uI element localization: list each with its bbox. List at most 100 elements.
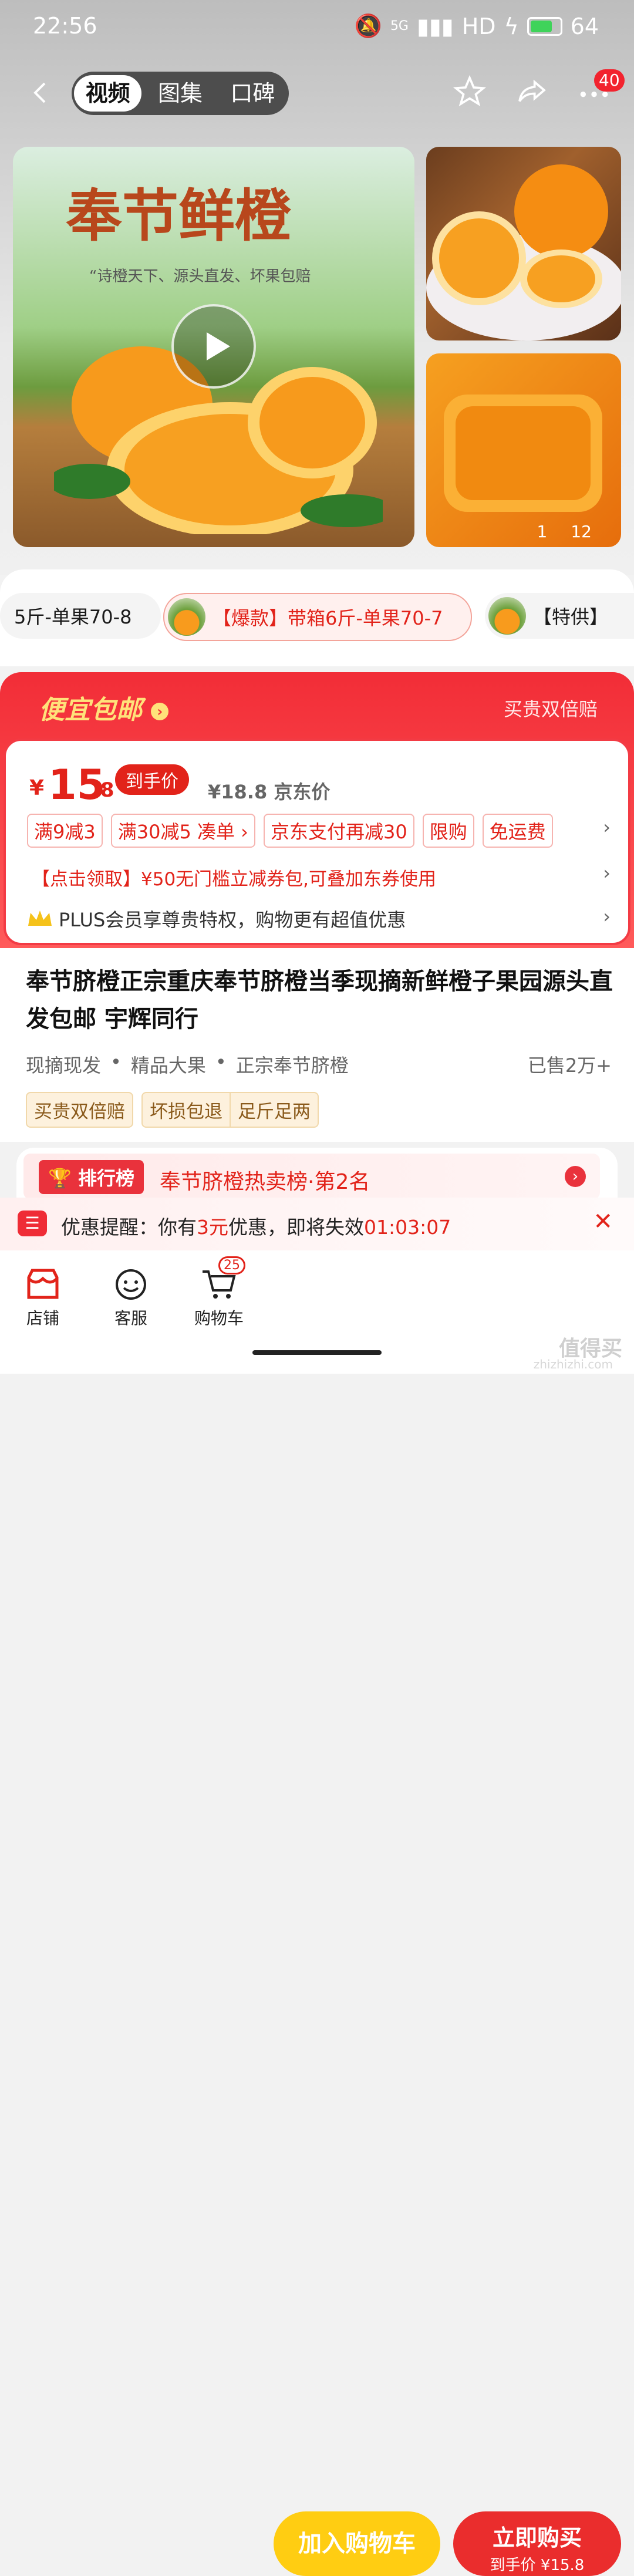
network-label: 5G [390,19,409,33]
guarantee-tag: 足斤足两 [230,1092,319,1128]
product-title: 奉节脐橙正宗重庆奉节脐橙当季现摘新鲜橙子果园源头直发包邮 宇辉同行 [26,968,613,1033]
reminder-countdown: 01:03:07 [364,1216,451,1239]
cart-label: 购物车 [194,1309,244,1328]
chevron-right-icon[interactable]: › [603,862,611,884]
coupon-tag[interactable]: 满9减3 [27,814,103,848]
crown-icon [28,911,52,926]
price-box: ¥ 15 .8 到手价 ¥18.8 京东价 满9减3 满30减5 凑单 › 京东… [4,739,630,945]
media-tabs: 视频 图集 口碑 [72,72,289,115]
chevron-right-icon[interactable]: › [603,905,611,928]
share-icon[interactable] [515,75,548,108]
favorite-star-icon[interactable] [453,75,486,108]
coupon-pack-link[interactable]: 【点击领取】¥50无门槛立减券包,可叠加东券使用 [32,864,436,891]
variant-label: 5斤-单果70-8 [14,606,132,628]
charging-icon: ϟ [504,13,519,39]
back-icon[interactable] [29,81,53,104]
buy-now-label: 立即购买 [492,2525,582,2551]
cart-icon [187,1268,251,1306]
variant-label: 【特供】 [533,606,609,628]
variant-selector: 5斤-单果70-8 【爆款】带箱6斤-单果70-7 【特供】 [0,569,634,666]
store-icon [11,1268,75,1306]
coupon-tag[interactable]: 京东支付再减30 [263,814,414,848]
plus-member-text: PLUS会员享尊贵特权，购物更有超值优惠 [59,909,406,931]
trophy-icon: 🏆 [48,1167,72,1189]
home-indicator[interactable] [252,1350,382,1355]
thumbnail-image-2[interactable]: 1 12 [426,353,621,547]
guarantee-tags[interactable]: 买贵双倍赔 坏损包退 足斤足两 [26,1092,319,1128]
original-price: ¥18.8 京东价 [208,781,331,803]
variant-label: 【爆款】带箱6斤-单果70-7 [213,607,443,629]
cart-count-badge: 25 [218,1256,245,1274]
reminder-text: 优惠提醒：你有3元优惠，即将失效01:03:07 [61,1216,451,1239]
variant-chip-2[interactable]: 【爆款】带箱6斤-单果70-7 [163,593,472,641]
reminder-icon: ☰ [18,1211,47,1236]
play-button[interactable] [171,304,256,389]
reminder-amount: 3元 [197,1216,228,1239]
store-button[interactable]: 店铺 [11,1268,75,1329]
variant-chip-3[interactable]: 【特供】 [485,593,634,639]
add-to-cart-button[interactable]: 加入购物车 [274,2511,440,2576]
coupon-tag[interactable]: 满30减5 凑单 › [110,814,255,848]
ranking-text: 奉节脐橙热卖榜·第2名 [160,1170,370,1194]
nav-actions [453,75,611,108]
play-icon [207,332,230,360]
variant-chip-1[interactable]: 5斤-单果70-8 [0,593,161,639]
ranking-badge: 🏆 排行榜 [39,1160,144,1194]
coupon-tag[interactable]: 限购 [422,814,474,848]
price-symbol: ¥ [29,776,45,800]
image-index: 1 [537,522,548,541]
promo-guarantee: 买贵双倍赔 [503,698,598,720]
image-counter: 1 12 [525,516,603,547]
orange-plate-illustration [426,164,621,340]
banner-title: 奉节鲜橙 [66,183,291,249]
product-features: 现摘现发 • 精品大果 • 正宗奉节脐橙 [26,1051,349,1078]
store-label: 店铺 [26,1309,59,1328]
discount-reminder: ☰ 优惠提醒：你有3元优惠，即将失效01:03:07 ✕ [0,1198,634,1250]
final-price-tag: 到手价 [115,764,189,795]
mute-icon: 🔕 [354,13,382,39]
buy-now-price: 到手价 ¥15.8 [490,2557,585,2574]
tab-gallery[interactable]: 图集 [146,75,214,112]
tab-video[interactable]: 视频 [74,75,142,112]
sold-count: 已售2万+ [527,1054,612,1077]
watermark-url: zhizhizhi.com [533,1357,613,1371]
coupon-list[interactable]: 满9减3 满30减5 凑单 › 京东支付再减30 限购 免运费 [27,814,553,848]
battery-icon [527,16,562,36]
feature-item: 精品大果 [130,1054,206,1077]
signal-icon: ▮▮▮ [416,13,454,39]
status-time: 22:56 [33,13,97,39]
hd-label: HD [461,13,496,39]
cart-button[interactable]: 购物车 [187,1268,251,1329]
coupon-tag[interactable]: 免运费 [482,814,553,848]
guarantee-tag: 买贵双倍赔 [26,1092,133,1128]
main-product-video[interactable]: 奉节鲜橙 “诗橙天下、源头直发、坏果包赔 [13,147,414,547]
guarantee-tag: 坏损包退 [141,1092,230,1128]
buy-now-button[interactable]: 立即购买 到手价 ¥15.8 [453,2511,621,2576]
status-bar: 22:56 🔕 5G ▮▮▮ HD ϟ 64 [0,0,634,56]
customer-service-icon [99,1268,163,1306]
promo-arrow-icon: › [151,703,169,720]
variant-thumbnail [168,598,205,636]
feature-item: 现摘现发 [26,1054,102,1077]
feature-item: 正宗奉节脐橙 [235,1054,349,1077]
chevron-right-icon[interactable]: › [603,816,611,838]
chevron-right-icon[interactable]: › [565,1166,586,1187]
battery-level: 64 [570,13,599,39]
promo-title[interactable]: 便宜包邮 › [39,689,169,726]
feature-dot: • [110,1051,122,1073]
feature-dot: • [215,1051,227,1073]
status-right: 🔕 5G ▮▮▮ HD ϟ 64 [355,13,599,39]
top-nav: 视频 图集 口碑 [0,70,634,123]
plus-member-row[interactable]: PLUS会员享尊贵特权，购物更有超值优惠 [27,905,406,932]
thumbnail-image-1[interactable] [426,147,621,340]
price-decimal: .8 [93,778,114,802]
close-icon[interactable]: ✕ [593,1208,613,1235]
service-label: 客服 [114,1309,147,1328]
banner-slogan: “诗橙天下、源头直发、坏果包赔 [89,268,311,285]
tab-reviews[interactable]: 口碑 [219,75,286,112]
bottom-action-bar: 店铺 客服 购物车 加入购物车 立即购买 到手价 ¥15.8 [0,1250,634,2576]
service-button[interactable]: 客服 [99,1268,163,1329]
variant-thumbnail [488,597,526,635]
image-total: 12 [571,522,592,541]
notification-badge: 40 [594,69,625,92]
